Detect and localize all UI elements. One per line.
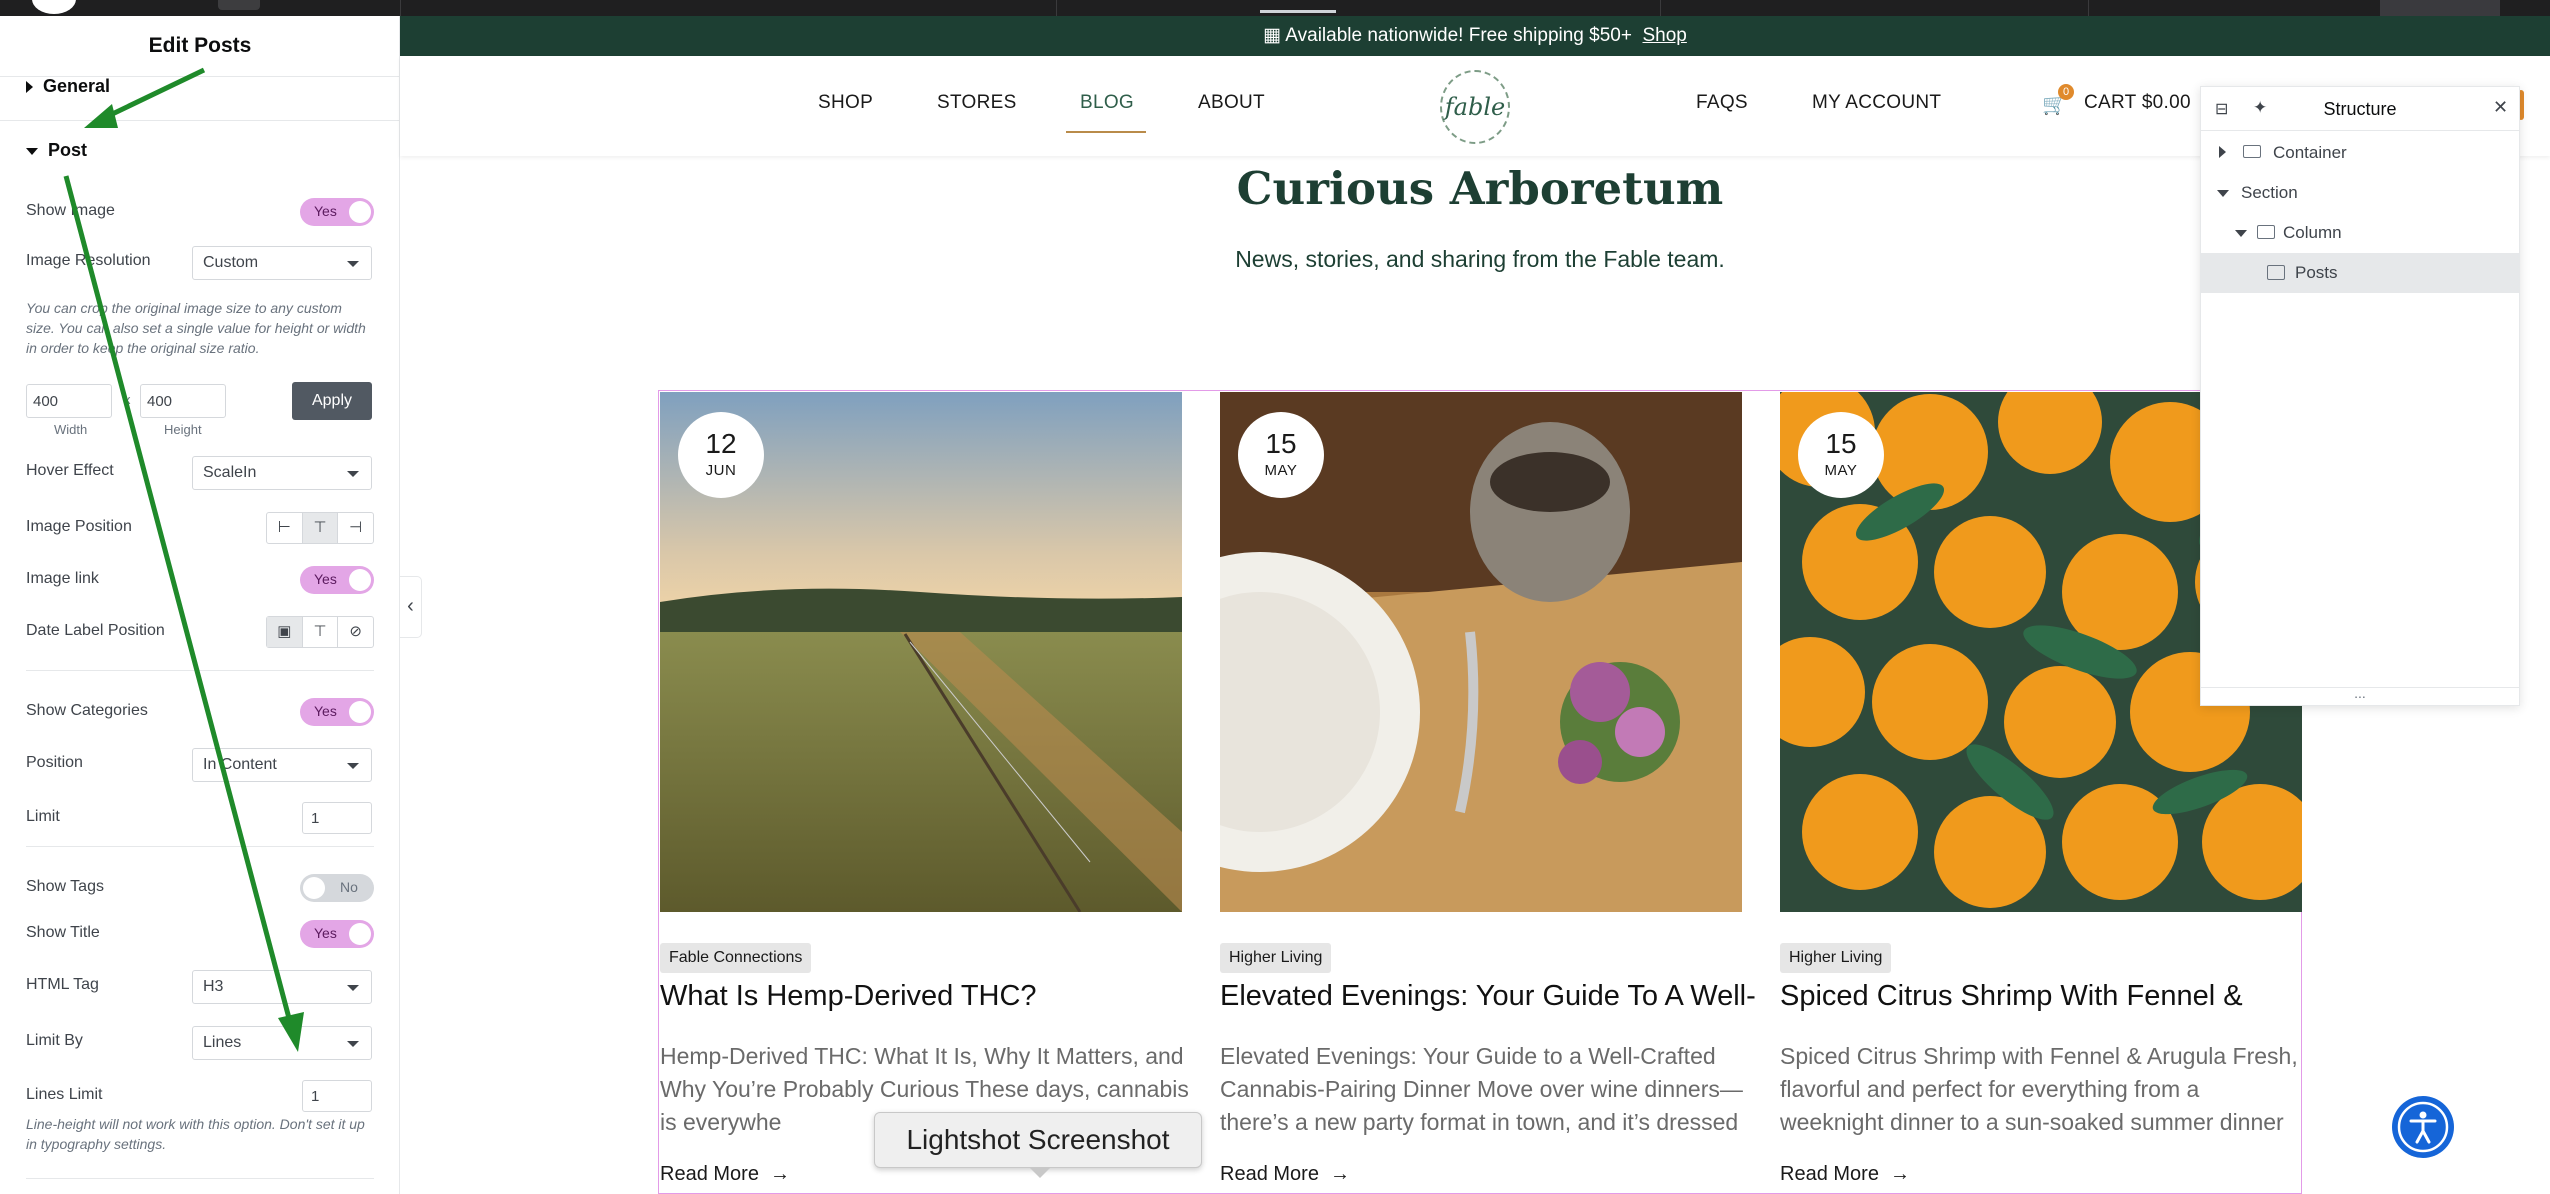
structure-item-label: Container <box>2273 143 2347 162</box>
caret-right-icon <box>2219 146 2226 158</box>
date-month: MAY <box>1824 462 1858 479</box>
lightshot-tooltip: Lightshot Screenshot <box>874 1112 1202 1168</box>
read-more-link[interactable]: Read More → <box>1780 1163 1910 1186</box>
store-icon: ▦ <box>1263 25 1286 46</box>
nav-stores[interactable]: STORES <box>937 92 1017 114</box>
arrow-right-icon: → <box>1884 1163 1911 1185</box>
nav-active-underline <box>1066 131 1146 133</box>
structure-item-label: Posts <box>2295 263 2338 282</box>
toolbar-divider <box>1660 0 1661 16</box>
cart-count-badge: 0 <box>2058 84 2074 100</box>
container-icon <box>2243 145 2261 158</box>
publish-button[interactable] <box>2380 0 2500 16</box>
caret-down-icon <box>2217 190 2229 197</box>
annotation-arrowhead <box>278 1012 304 1052</box>
post-category[interactable]: Higher Living <box>1780 943 1892 973</box>
date-day: 15 <box>1825 428 1857 459</box>
nav-faqs[interactable]: FAQS <box>1696 92 1748 114</box>
post-category[interactable]: Higher Living <box>1220 943 1332 973</box>
post-title[interactable]: Spiced Citrus Shrimp With Fennel & <box>1780 980 2320 1013</box>
structure-panel: ⊟ ✦ Structure ✕ Container Section Column… <box>2200 86 2520 706</box>
post-excerpt: Elevated Evenings: Your Guide to a Well-… <box>1220 1043 1743 1135</box>
posts-icon <box>2267 265 2285 280</box>
toolbar-divider <box>1056 0 1057 16</box>
nav-my-account[interactable]: MY ACCOUNT <box>1812 92 1941 114</box>
cart-label: CART $0.00 <box>2084 92 2191 113</box>
structure-title: Structure <box>2323 99 2397 119</box>
structure-item-posts[interactable]: Posts <box>2201 253 2519 293</box>
announcement-bar: ▦ Available nationwide! Free shipping $5… <box>400 16 2550 56</box>
fable-logo[interactable]: fable <box>1440 70 1510 144</box>
arrow-right-icon: → <box>764 1163 791 1185</box>
tooltip-pointer <box>1030 1168 1050 1178</box>
date-day: 12 <box>705 428 737 459</box>
close-icon[interactable]: ✕ <box>2493 97 2508 118</box>
date-badge: 15 MAY <box>1798 412 1884 498</box>
annotation-arrowhead <box>84 104 118 128</box>
toolbar-active-indicator <box>1260 10 1336 13</box>
structure-item-label: Column <box>2283 223 2342 242</box>
nav-blog[interactable]: BLOG <box>1080 92 1134 114</box>
accessibility-icon <box>2397 1101 2449 1153</box>
nav-shop[interactable]: SHOP <box>818 92 873 114</box>
post-title[interactable]: What Is Hemp-Derived THC? <box>660 980 1200 1013</box>
structure-item-container[interactable]: Container <box>2201 133 2519 173</box>
annotation-arrow-line <box>102 67 206 121</box>
blog-subtitle: News, stories, and sharing from the Fabl… <box>1235 246 1725 272</box>
read-more-link[interactable]: Read More → <box>660 1163 790 1186</box>
structure-header: ⊟ ✦ Structure ✕ <box>2201 87 2519 131</box>
post-category[interactable]: Fable Connections <box>660 943 812 973</box>
announcement-text: Available nationwide! Free shipping $50+ <box>1285 25 1632 46</box>
structure-item-column[interactable]: Column <box>2201 213 2519 253</box>
structure-item-section[interactable]: Section <box>2201 173 2519 213</box>
post-title[interactable]: Elevated Evenings: Your Guide To A Well- <box>1220 980 1760 1013</box>
blog-title: Curious Arboretum <box>1236 162 1724 215</box>
annotation-arrow-line <box>63 175 293 1023</box>
accessibility-button[interactable] <box>2392 1096 2454 1158</box>
date-month: MAY <box>1264 462 1298 479</box>
date-day: 15 <box>1265 428 1297 459</box>
resize-handle[interactable]: ... <box>2201 685 2519 701</box>
date-badge: 15 MAY <box>1238 412 1324 498</box>
read-more-label: Read More <box>1220 1163 1319 1185</box>
arrow-right-icon: → <box>1324 1163 1351 1185</box>
date-badge: 12 JUN <box>678 412 764 498</box>
caret-down-icon <box>2235 230 2247 237</box>
read-more-label: Read More <box>660 1163 759 1185</box>
annotation-arrows <box>63 67 304 1052</box>
date-month: JUN <box>705 462 737 479</box>
toolbar-divider <box>2088 0 2089 16</box>
read-more-link[interactable]: Read More → <box>1220 1163 1350 1186</box>
read-more-label: Read More <box>1780 1163 1879 1185</box>
post-excerpt: Spiced Citrus Shrimp with Fennel & Arugu… <box>1780 1043 2298 1135</box>
structure-item-label: Section <box>2241 183 2298 202</box>
nav-about[interactable]: ABOUT <box>1198 92 1265 114</box>
shop-link[interactable]: Shop <box>1643 25 1687 46</box>
column-icon <box>2257 225 2275 239</box>
